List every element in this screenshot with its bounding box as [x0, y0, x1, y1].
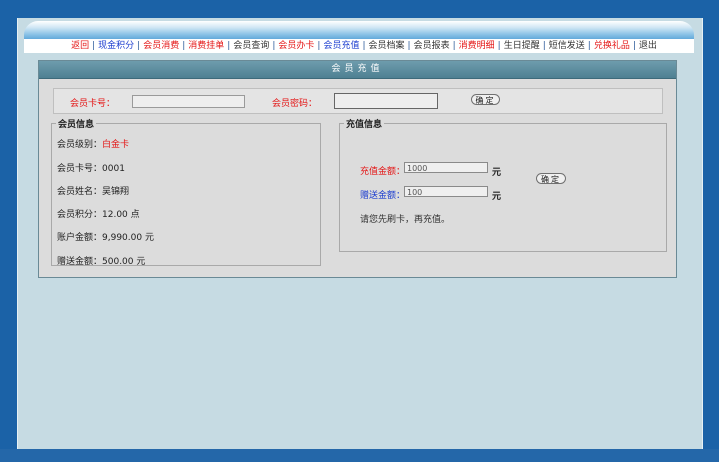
member-name-value: 吴锦翔: [102, 187, 130, 197]
card-number-input[interactable]: [132, 95, 245, 108]
bonus-amount-input[interactable]: 100: [404, 186, 488, 197]
member-card-row: 会员卡号：0001: [57, 161, 125, 174]
recharge-panel: 会员充值 会员卡号： 会员密码： 确定 会员信息 会员级别：白金卡 会员卡号：0…: [38, 60, 677, 278]
recharge-amount-row: 充值金额：: [360, 164, 405, 177]
nav-link-9[interactable]: 会员报表: [414, 41, 450, 51]
nav-separator: |: [227, 41, 231, 51]
member-level-row: 会员级别：白金卡: [57, 137, 129, 150]
card-number-label: 会员卡号：: [70, 99, 116, 109]
member-name-label: 会员姓名：: [57, 187, 103, 197]
member-level-label: 会员级别：: [57, 140, 103, 150]
nav-link-4[interactable]: 消费挂单: [188, 41, 224, 51]
recharge-hint: 请您先刷卡，再充值。: [360, 215, 451, 225]
account-balance-value: 9,990.00: [102, 233, 143, 243]
member-name-row: 会员姓名：吴锦翔: [57, 184, 129, 197]
nav-separator: |: [137, 41, 141, 51]
nav-link-11[interactable]: 生日提醒: [504, 41, 540, 51]
nav-link-1[interactable]: 返回: [71, 41, 89, 51]
bonus-amount-label: 赠送金额：: [360, 191, 406, 201]
nav-link-8[interactable]: 会员档案: [369, 41, 405, 51]
member-card-label: 会员卡号：: [57, 164, 103, 174]
nav-link-2[interactable]: 现金积分: [98, 41, 134, 51]
panel-title: 会员充值: [39, 61, 676, 79]
nav-separator: |: [407, 41, 411, 51]
nav-separator: |: [587, 41, 591, 51]
card-confirm-button[interactable]: 确定: [471, 94, 500, 105]
nav-separator: |: [452, 41, 456, 51]
nav-link-10[interactable]: 消费明细: [459, 41, 495, 51]
member-card-value: 0001: [102, 164, 125, 174]
nav-link-7[interactable]: 会员充值: [323, 41, 359, 51]
member-level-value: 白金卡: [102, 140, 130, 150]
nav-separator: |: [362, 41, 366, 51]
nav-separator: |: [272, 41, 276, 51]
nav-separator: |: [317, 41, 321, 51]
password-label: 会员密码：: [272, 99, 318, 109]
nav-link-5[interactable]: 会员查询: [233, 41, 269, 51]
nav-link-3[interactable]: 会员消费: [143, 41, 179, 51]
nav-link-12[interactable]: 短信发送: [549, 41, 585, 51]
nav-link-14[interactable]: 退出: [639, 41, 657, 51]
nav-separator: |: [632, 41, 636, 51]
member-points-unit: 点: [130, 210, 140, 220]
member-points-row: 会员积分：12.00 点: [57, 207, 140, 220]
recharge-confirm-button[interactable]: 确定: [536, 173, 566, 184]
card-login-row: 会员卡号： 会员密码： 确定: [53, 88, 663, 114]
gift-amount-value: 500.00: [102, 257, 134, 267]
nav-separator: |: [497, 41, 501, 51]
password-input[interactable]: [334, 93, 438, 109]
member-info-group: 会员信息 会员级别：白金卡 会员卡号：0001 会员姓名：吴锦翔 会员积分：12…: [51, 117, 321, 267]
recharge-amount-label: 充值金额：: [360, 167, 406, 177]
window-top-frame: [0, 0, 719, 18]
nav-separator: |: [92, 41, 96, 51]
nav-separator: |: [542, 41, 546, 51]
top-navigation: 返回 | 现金积分 | 会员消费 | 消费挂单 | 会员查询 | 会员办卡 | 会员充值 | 会员档案 | 会员…: [24, 39, 694, 53]
account-balance-label: 账户金额：: [57, 233, 103, 243]
account-balance-unit: 元: [144, 233, 154, 243]
bonus-amount-unit: 元: [492, 192, 502, 202]
recharge-amount-input[interactable]: 1000: [404, 162, 488, 173]
account-balance-row: 账户金额：9,990.00 元: [57, 230, 154, 243]
recharge-info-group: 充值信息 充值金额： 1000 元 确定 赠送金额： 100 元 请您先刷卡，再…: [339, 117, 667, 252]
gift-amount-label: 赠送金额：: [57, 257, 103, 267]
gift-amount-unit: 元: [136, 257, 146, 267]
nav-link-6[interactable]: 会员办卡: [278, 41, 314, 51]
gift-amount-row: 赠送金额：500.00 元: [57, 254, 145, 267]
member-points-label: 会员积分：: [57, 210, 103, 220]
nav-separator: |: [182, 41, 186, 51]
member-info-legend: 会员信息: [58, 120, 95, 130]
header-band: [24, 21, 694, 40]
recharge-info-legend: 充值信息: [346, 120, 383, 130]
recharge-amount-unit: 元: [492, 168, 502, 178]
window-bottom-frame: [0, 449, 719, 462]
member-points-value: 12.00: [102, 210, 128, 220]
nav-link-13[interactable]: 兑换礼品: [594, 41, 630, 51]
bonus-amount-row: 赠送金额：: [360, 188, 405, 201]
nav-links: 返回 | 现金积分 | 会员消费 | 消费挂单 | 会员查询 | 会员办卡 | 会员充值 | 会员档案 | 会员…: [71, 39, 657, 53]
